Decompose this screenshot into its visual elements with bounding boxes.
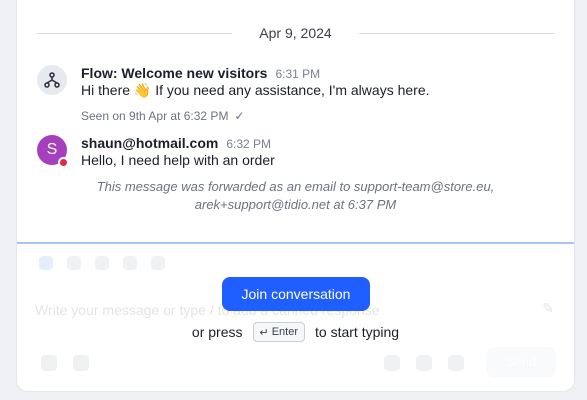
- seen-status: Seen on 9th Apr at 6:32 PM ✓: [81, 109, 245, 123]
- image-icon: [123, 256, 137, 270]
- smiley-icon: [416, 355, 432, 371]
- forward-notice-line: This message was forwarded as an email t…: [96, 179, 495, 194]
- bolt-icon: [41, 355, 57, 371]
- formatting-toolbar: [39, 256, 165, 270]
- enter-key-label: Enter: [271, 326, 299, 338]
- composer-left-tools: [41, 355, 89, 371]
- message-time: 6:31 PM: [275, 67, 321, 81]
- forward-notice: This message was forwarded as an email t…: [57, 178, 534, 214]
- message-header: shaun@hotmail.com 6:32 PM: [81, 135, 271, 151]
- message-time: 6:32 PM: [226, 137, 272, 151]
- flow-avatar: [37, 65, 67, 95]
- chat-panel: Apr 9, 2024 Flow: Welcome new visitors 6:…: [16, 0, 575, 392]
- message-author: shaun@hotmail.com: [81, 135, 219, 151]
- play-icon: [151, 256, 165, 270]
- ai-assist-icon: [39, 256, 53, 270]
- seen-label: Seen on 9th Apr at 6:32 PM: [81, 109, 229, 123]
- flow-icon: [73, 355, 89, 371]
- enter-key-badge: ↵ Enter: [252, 322, 306, 342]
- check-icon: ✓: [234, 109, 245, 123]
- paperclip-icon: [384, 355, 400, 371]
- edit-icon: ✎: [542, 300, 554, 316]
- join-conversation-button[interactable]: Join conversation: [222, 277, 370, 311]
- message-author: Flow: Welcome new visitors: [81, 65, 268, 81]
- date-separator: Apr 9, 2024: [37, 23, 554, 45]
- hint-prefix: or press: [191, 324, 243, 340]
- forward-notice-line: arek+support@tidio.net at 6:37 PM: [194, 197, 397, 212]
- keyboard-hint: or press ↵ Enter to start typing: [17, 322, 574, 342]
- composer-right-tools: [384, 355, 464, 371]
- message-text: Hello, I need help with an order: [81, 152, 275, 168]
- send-button: Send: [486, 347, 556, 377]
- video-icon: [448, 355, 464, 371]
- attachment-icon: [67, 256, 81, 270]
- emoji-icon: [95, 256, 109, 270]
- message-text: Hi there 👋 If you need any assistance, I…: [81, 82, 430, 98]
- status-indicator: [58, 157, 69, 168]
- composer: Write your message or type / to add a ca…: [17, 242, 574, 391]
- enter-icon: ↵: [259, 326, 269, 339]
- flow-icon: [44, 72, 60, 88]
- message-header: Flow: Welcome new visitors 6:31 PM: [81, 65, 320, 81]
- separator-line-right: [359, 33, 554, 34]
- hint-suffix: to start typing: [315, 324, 400, 340]
